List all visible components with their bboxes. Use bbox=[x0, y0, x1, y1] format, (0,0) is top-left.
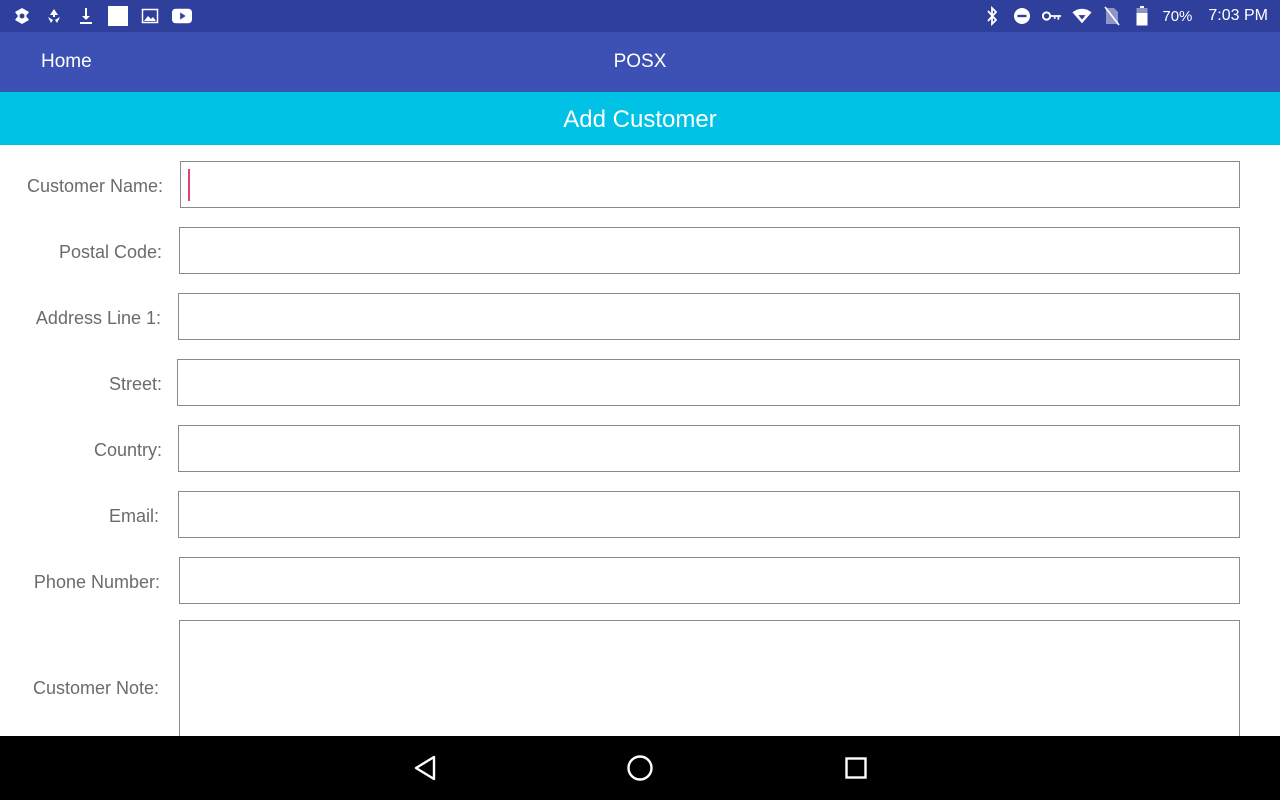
street-field[interactable] bbox=[177, 359, 1240, 406]
app-title: POSX bbox=[613, 51, 667, 72]
email-input[interactable] bbox=[179, 492, 1239, 537]
blank-notification-icon bbox=[108, 6, 128, 26]
phone-number-label: Phone Number: bbox=[33, 572, 160, 592]
postal-code-input[interactable] bbox=[180, 228, 1239, 273]
email-field[interactable] bbox=[178, 491, 1240, 538]
battery-percentage: 70% bbox=[1162, 7, 1193, 25]
page-title: Add Customer bbox=[0, 92, 1280, 145]
customer-name-label: Customer Name: bbox=[26, 176, 163, 196]
notification-icons bbox=[12, 4, 192, 28]
download-icon bbox=[76, 6, 96, 26]
home-circle-icon[interactable] bbox=[624, 752, 656, 784]
no-sim-icon bbox=[1102, 6, 1122, 26]
pinwheel-app-icon bbox=[12, 6, 32, 26]
recents-icon[interactable] bbox=[840, 752, 872, 784]
customer-note-textarea[interactable] bbox=[180, 621, 1239, 736]
status-bar: 70% 7:03 PM bbox=[0, 0, 1280, 32]
home-button[interactable]: Home bbox=[41, 51, 92, 73]
address-line-1-field[interactable] bbox=[178, 293, 1240, 340]
postal-code-field[interactable] bbox=[179, 227, 1240, 274]
postal-code-label: Postal Code: bbox=[58, 242, 162, 262]
street-input[interactable] bbox=[178, 360, 1239, 405]
clock: 7:03 PM bbox=[1208, 7, 1268, 24]
phone-number-field[interactable] bbox=[179, 557, 1240, 604]
do-not-disturb-icon bbox=[1012, 6, 1032, 26]
back-icon[interactable] bbox=[409, 752, 441, 784]
customer-name-field[interactable] bbox=[180, 161, 1240, 208]
vpn-key-icon bbox=[1042, 6, 1062, 26]
bluetooth-icon bbox=[982, 6, 1002, 26]
app-bar: Home POSX bbox=[0, 32, 1280, 92]
phone-number-input[interactable] bbox=[180, 558, 1239, 603]
recycle-app-icon bbox=[44, 6, 64, 26]
country-input[interactable] bbox=[179, 426, 1239, 471]
country-label: Country: bbox=[93, 440, 162, 460]
system-status: 70% 7:03 PM bbox=[982, 4, 1268, 28]
wifi-icon bbox=[1072, 6, 1092, 26]
add-customer-form: Customer Name: Postal Code: Address Line… bbox=[0, 145, 1280, 736]
navigation-bar bbox=[0, 736, 1280, 800]
battery-icon bbox=[1132, 6, 1152, 26]
street-label: Street: bbox=[108, 374, 162, 394]
country-field[interactable] bbox=[178, 425, 1240, 472]
address-line-1-label: Address Line 1: bbox=[35, 308, 161, 328]
address-line-1-input[interactable] bbox=[179, 294, 1239, 339]
customer-note-field[interactable] bbox=[179, 620, 1240, 736]
image-icon bbox=[140, 6, 160, 26]
text-cursor bbox=[188, 169, 190, 201]
email-label: Email: bbox=[108, 506, 159, 526]
youtube-icon bbox=[172, 6, 192, 26]
customer-note-label: Customer Note: bbox=[32, 678, 159, 698]
customer-name-input[interactable] bbox=[181, 162, 1239, 207]
